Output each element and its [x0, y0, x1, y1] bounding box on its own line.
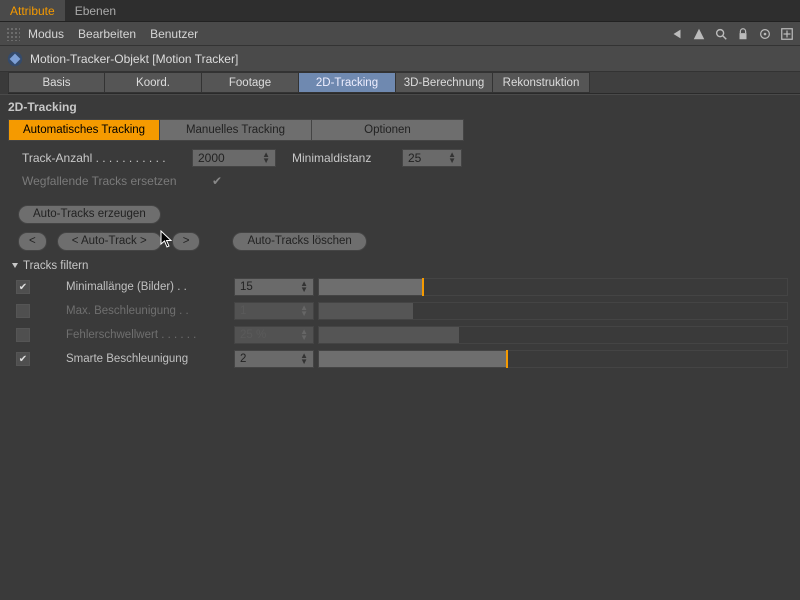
object-header: Motion-Tracker-Objekt [Motion Tracker]: [0, 46, 800, 72]
filter-checkbox[interactable]: [16, 328, 30, 342]
filter-value-field[interactable]: 2▲▼: [234, 350, 314, 368]
section-tab-3d-berechnung[interactable]: 3D-Berechnung: [396, 72, 493, 93]
filter-label: Fehlerschwellwert . . . . . .: [66, 329, 234, 341]
filter-rows: ✔Minimallänge (Bilder) . .15▲▼Max. Besch…: [0, 275, 800, 377]
filters-heading[interactable]: Tracks filtern: [0, 257, 800, 275]
section-tab-rekonstruktion[interactable]: Rekonstruktion: [493, 72, 590, 93]
filter-row: Max. Beschleunigung . .1▲▼: [16, 299, 788, 323]
filter-checkbox[interactable]: [16, 304, 30, 318]
top-tab-ebenen[interactable]: Ebenen: [65, 0, 126, 21]
object-title: Motion-Tracker-Objekt [Motion Tracker]: [30, 52, 238, 66]
replace-lost-label: Wegfallende Tracks ersetzen: [22, 174, 212, 188]
step-back-button[interactable]: <: [18, 232, 47, 251]
filter-checkbox[interactable]: ✔: [16, 352, 30, 366]
filter-value-field: 25 %▲▼: [234, 326, 314, 344]
sub-tab-automatisches-tracking[interactable]: Automatisches Tracking: [8, 119, 160, 141]
delete-auto-tracks-button[interactable]: Auto-Tracks löschen: [232, 232, 366, 251]
menu-benutzer[interactable]: Benutzer: [150, 27, 198, 41]
section-tabs: BasisKoord.Footage2D-Tracking3D-Berechnu…: [8, 72, 800, 94]
section-heading: 2D-Tracking: [0, 94, 800, 119]
top-tab-strip: Attribute Ebenen: [0, 0, 800, 22]
grip-icon: [6, 27, 20, 41]
menubar: Modus Bearbeiten Benutzer: [0, 22, 800, 46]
min-distance-field[interactable]: 25▲▼: [402, 149, 462, 167]
back-arrow-icon[interactable]: [670, 27, 684, 41]
filter-value-field: 1▲▼: [234, 302, 314, 320]
filter-slider: [318, 302, 788, 320]
sub-tab-optionen[interactable]: Optionen: [312, 119, 464, 141]
section-tab-footage[interactable]: Footage: [202, 72, 299, 93]
section-tab-2d-tracking[interactable]: 2D-Tracking: [299, 72, 396, 93]
spinner-icon[interactable]: ▲▼: [448, 152, 456, 164]
motion-tracker-icon: [6, 50, 24, 68]
track-count-field[interactable]: 2000▲▼: [192, 149, 276, 167]
transport-row: < < Auto-Track > > Auto-Tracks löschen: [0, 230, 800, 257]
min-distance-label: Minimaldistanz: [292, 151, 402, 165]
filter-row: ✔ Minimallänge (Bilder) . .15▲▼: [16, 275, 788, 299]
sub-tabs: Automatisches TrackingManuelles Tracking…: [8, 119, 792, 141]
filter-value-field[interactable]: 15▲▼: [234, 278, 314, 296]
menu-bearbeiten[interactable]: Bearbeiten: [78, 27, 136, 41]
filter-checkbox[interactable]: ✔: [16, 280, 30, 294]
disclosure-triangle-icon: [12, 263, 18, 268]
filter-label: Minimallänge (Bilder) . .: [66, 281, 234, 293]
slider-marker: [422, 278, 424, 296]
filter-slider[interactable]: [318, 350, 788, 368]
auto-track-button[interactable]: < Auto-Track >: [57, 232, 162, 251]
create-row: Auto-Tracks erzeugen: [0, 199, 800, 230]
track-count-label: Track-Anzahl . . . . . . . . . . .: [22, 151, 192, 165]
filter-row: ✔ Smarte Beschleunigung2▲▼: [16, 347, 788, 371]
filter-slider: [318, 326, 788, 344]
target-icon[interactable]: [758, 27, 772, 41]
up-arrow-icon[interactable]: [692, 27, 706, 41]
create-auto-tracks-button[interactable]: Auto-Tracks erzeugen: [18, 205, 161, 224]
sub-tab-manuelles-tracking[interactable]: Manuelles Tracking: [160, 119, 312, 141]
search-icon[interactable]: [714, 27, 728, 41]
params-area: Track-Anzahl . . . . . . . . . . . 2000▲…: [0, 145, 800, 199]
filter-slider[interactable]: [318, 278, 788, 296]
replace-lost-checkbox[interactable]: ✔: [212, 174, 222, 188]
menu-modus[interactable]: Modus: [28, 27, 64, 41]
filter-label: Smarte Beschleunigung: [66, 353, 234, 365]
lock-icon[interactable]: [736, 27, 750, 41]
step-forward-button[interactable]: >: [172, 232, 201, 251]
section-tab-basis[interactable]: Basis: [8, 72, 105, 93]
filter-row: Fehlerschwellwert . . . . . .25 %▲▼: [16, 323, 788, 347]
spinner-icon[interactable]: ▲▼: [262, 152, 270, 164]
top-tab-attribute[interactable]: Attribute: [0, 0, 65, 21]
new-pane-icon[interactable]: [780, 27, 794, 41]
slider-marker: [506, 350, 508, 368]
filter-label: Max. Beschleunigung . .: [66, 305, 234, 317]
section-tab-koord-[interactable]: Koord.: [105, 72, 202, 93]
